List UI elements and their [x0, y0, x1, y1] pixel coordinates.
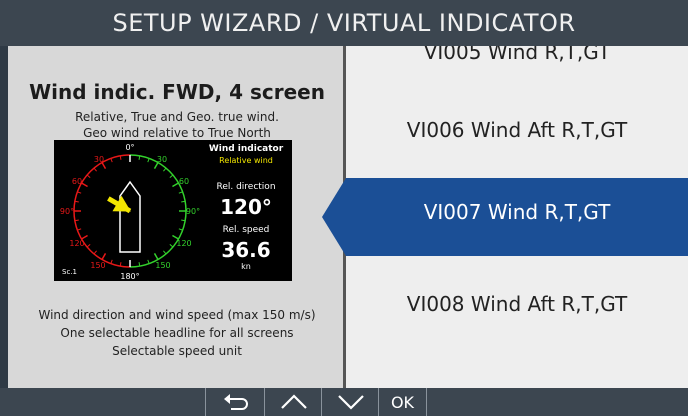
dial-label-120-stbd: 120	[176, 239, 191, 248]
chevron-down-icon	[337, 395, 364, 410]
vessel-outline	[119, 180, 141, 253]
feature-line-2: One selectable headline for all screens	[60, 326, 294, 340]
direction-value: 120°	[220, 195, 272, 219]
scale-label: Sc.1	[62, 268, 77, 276]
indicator-preview: 0° 180° 90° 90° 30 60 120 150 30 60 120 …	[54, 140, 292, 281]
indicator-description-2: Geo wind relative to True North	[83, 126, 271, 140]
speed-unit: kn	[241, 262, 251, 271]
dial-label-150-stbd: 150	[155, 261, 170, 270]
speed-label: Rel. speed	[222, 225, 270, 235]
dial-label-150-port: 150	[90, 261, 105, 270]
dial-label-90-port: 90°	[60, 207, 74, 216]
direction-label: Rel. direction	[216, 182, 276, 192]
dial-label-60-port: 60	[72, 177, 82, 186]
dial-tick	[172, 182, 179, 188]
dial-tick	[147, 259, 150, 264]
dial-tick	[163, 167, 167, 172]
dial-tick	[153, 253, 159, 260]
dial-tick	[81, 182, 88, 188]
dial-label-180: 180°	[120, 272, 139, 281]
list-item[interactable]: VI006 Wind Aft R,T,GT	[346, 118, 688, 142]
dial-tick	[77, 228, 82, 231]
dial-label-90-stbd: 90°	[186, 207, 200, 216]
dial-tick	[169, 174, 174, 178]
dial-tick	[74, 200, 79, 203]
dial-label-30-stbd: 30	[157, 155, 167, 164]
feature-line-1: Wind direction and wind speed (max 150 m…	[38, 308, 316, 322]
dial-tick	[101, 253, 107, 260]
dial-tick	[86, 174, 91, 178]
dial-label-30-port: 30	[94, 155, 104, 164]
dial-tick	[74, 219, 79, 222]
dial-tick	[169, 244, 174, 248]
list-item-selected[interactable]: VI007 Wind R,T,GT	[322, 178, 688, 256]
dial-tick	[110, 259, 113, 264]
dial-tick	[110, 158, 113, 163]
back-button[interactable]	[205, 388, 265, 416]
chevron-up-icon	[280, 394, 307, 409]
dial-tick	[138, 155, 141, 160]
softkey-bar: OK	[0, 388, 688, 416]
dial-tick	[119, 155, 122, 160]
dial-tick	[178, 191, 183, 194]
dial-tick	[147, 158, 150, 163]
starboard-arc	[129, 154, 187, 268]
ok-button[interactable]: OK	[378, 388, 427, 416]
preview-mode: Relative wind	[219, 156, 273, 165]
dial-tick	[181, 219, 186, 222]
setup-wizard-screen: SETUP WIZARD / VIRTUAL INDICATOR Wind in…	[0, 0, 688, 416]
list-item[interactable]: VI008 Wind Aft R,T,GT	[346, 292, 688, 316]
indicator-description-1: Relative, True and Geo. true wind.	[75, 110, 279, 124]
list-item[interactable]: VI005 Wind R,T,GT	[346, 46, 688, 64]
dial-tick	[119, 262, 122, 267]
dial-tick	[77, 191, 82, 194]
dial-tick	[93, 167, 97, 172]
dial-tick	[181, 200, 186, 203]
window-title: SETUP WIZARD / VIRTUAL INDICATOR	[0, 0, 688, 46]
dial-tick	[93, 250, 97, 255]
dial-label-0: 0°	[125, 143, 134, 152]
speed-value: 36.6	[221, 238, 271, 262]
dial-tick	[86, 244, 91, 248]
dial-tick	[163, 250, 167, 255]
dial-tick	[138, 262, 141, 267]
details-panel: Wind indic. FWD, 4 screen Relative, True…	[8, 46, 346, 388]
dial-tick	[178, 228, 183, 231]
return-arrow-icon	[223, 394, 248, 410]
list-item-label: VI007 Wind R,T,GT	[423, 200, 611, 224]
indicator-heading: Wind indic. FWD, 4 screen	[29, 80, 325, 104]
scroll-up-button[interactable]	[264, 388, 322, 416]
feature-line-3: Selectable speed unit	[112, 344, 242, 358]
dial-label-60-stbd: 60	[179, 177, 189, 186]
scroll-down-button[interactable]	[321, 388, 379, 416]
dial-label-120-port: 120	[69, 239, 84, 248]
preview-title: Wind indicator	[208, 144, 284, 154]
